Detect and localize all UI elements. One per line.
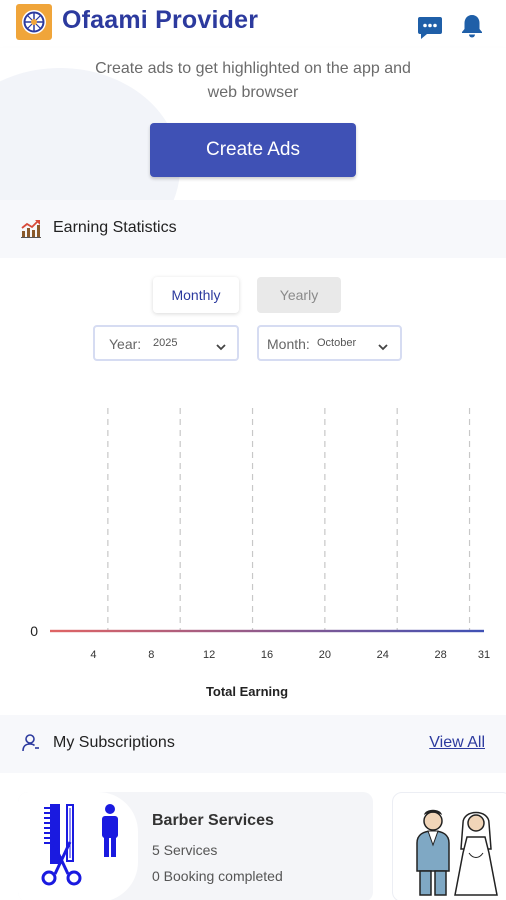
chart-growth-icon <box>20 219 42 244</box>
app-header: Ofaami Provider <box>0 0 506 48</box>
user-icon <box>21 733 41 758</box>
barber-icon <box>18 792 138 900</box>
month-select-value: October <box>317 337 357 349</box>
chart-x-tick-label: 8 <box>148 649 154 661</box>
earning-statistics-header: Earning Statistics <box>0 200 506 258</box>
promo-text: Create ads to get highlighted on the app… <box>40 57 466 105</box>
subscriptions-title: My Subscriptions <box>53 734 175 751</box>
year-select-label: Year: <box>109 336 142 352</box>
app-title: Ofaami Provider <box>62 6 259 34</box>
year-select-value: 2025 <box>153 337 178 349</box>
card-title: Barber Services <box>152 812 274 829</box>
tab-yearly[interactable]: Yearly <box>257 277 341 313</box>
bell-icon[interactable] <box>460 13 484 44</box>
earning-statistics-title: Earning Statistics <box>53 219 177 236</box>
chart-x-tick-label: 12 <box>203 649 215 661</box>
chevron-down-icon <box>215 339 227 357</box>
month-select-label: Month: <box>267 336 310 352</box>
promo-text-line1: Create ads to get highlighted on the app… <box>95 60 411 77</box>
ads-promo-section: Create ads to get highlighted on the app… <box>0 48 506 200</box>
tab-monthly[interactable]: Monthly <box>153 277 239 313</box>
subscriptions-header: My Subscriptions View All <box>0 715 506 773</box>
card-bookings-count: 0 Booking completed <box>152 868 283 884</box>
chart-y-tick-label: 0 <box>30 623 38 639</box>
earning-chart: 4 8 12 16 20 24 28 31 0 <box>30 408 490 661</box>
chart-x-tick-label: 28 <box>434 649 446 661</box>
view-all-link[interactable]: View All <box>429 734 485 752</box>
chart-x-tick-label: 24 <box>377 649 389 661</box>
chart-x-tick-label: 4 <box>90 649 96 661</box>
year-select[interactable]: Year: 2025 <box>93 325 239 361</box>
chevron-down-icon <box>377 339 389 357</box>
wedding-couple-icon <box>393 793 506 900</box>
promo-text-line2: web browser <box>207 84 299 101</box>
subscription-card[interactable] <box>392 792 506 900</box>
subscription-card[interactable]: Barber Services 5 Services 0 Booking com… <box>18 792 373 900</box>
chart-x-axis-title: Total Earning <box>205 684 289 699</box>
chart-x-tick-label: 16 <box>261 649 273 661</box>
create-ads-button[interactable]: Create Ads <box>150 123 356 177</box>
chart-x-tick-label: 20 <box>319 649 331 661</box>
app-logo-icon <box>16 4 52 40</box>
chat-icon[interactable] <box>417 14 443 45</box>
card-services-count: 5 Services <box>152 842 218 858</box>
chart-x-tick-label: 31 <box>478 649 490 661</box>
month-select[interactable]: Month: October <box>257 325 402 361</box>
